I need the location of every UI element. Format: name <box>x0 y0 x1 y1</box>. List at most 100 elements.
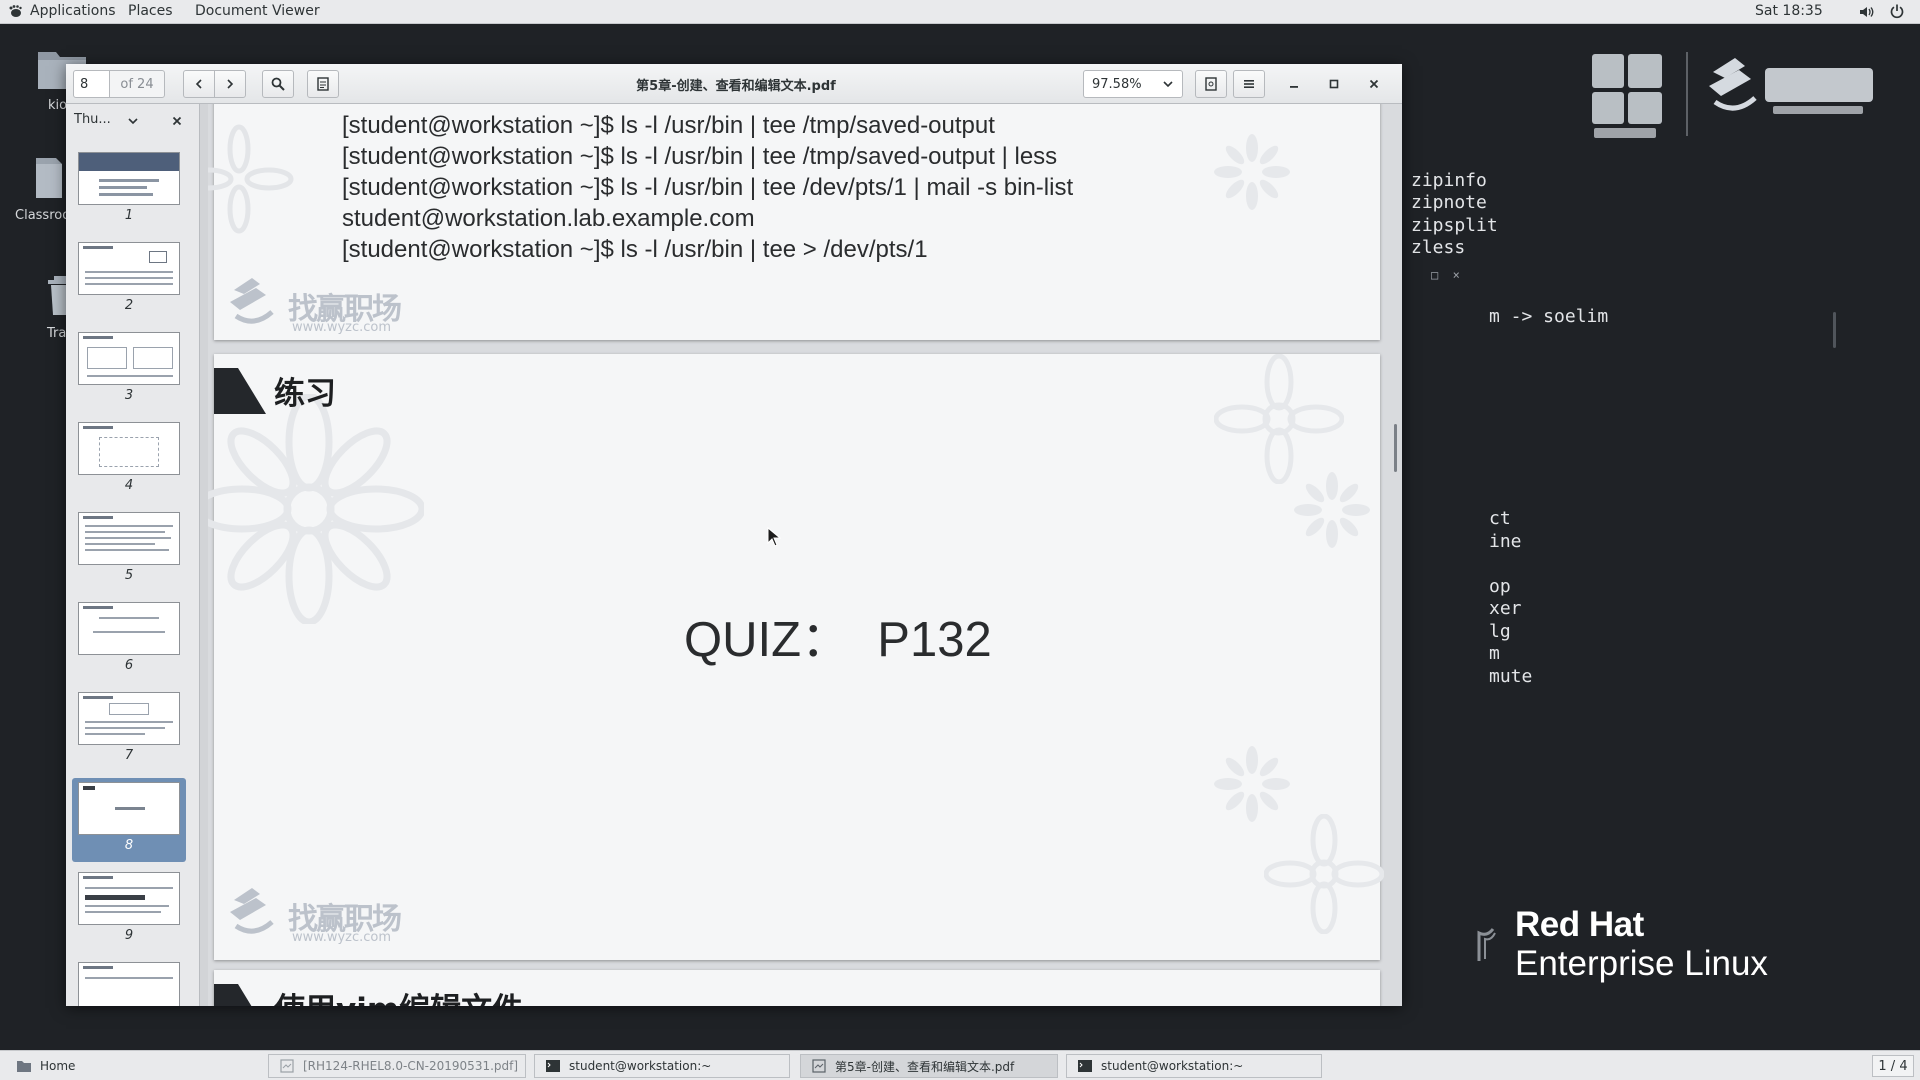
terminal-icon <box>546 1060 560 1072</box>
wyzc-watermark-icon <box>230 278 274 324</box>
applications-menu[interactable]: Applications <box>30 3 116 19</box>
thumbnail-number: 4 <box>124 478 134 493</box>
command-line: [student@workstation ~]$ ls -l /usr/bin … <box>342 143 1058 170</box>
command-line: [student@workstation ~]$ ls -l /usr/bin … <box>342 174 1074 201</box>
thumbnail-number: 6 <box>124 658 134 673</box>
thumbnail-page-9[interactable]: 9 <box>72 868 186 952</box>
pdf-page-7: [student@workstation ~]$ ls -l /usr/bin … <box>208 104 1380 340</box>
minimize-icon <box>1290 86 1298 88</box>
task-label: student@workstation:~ <box>1101 1059 1244 1073</box>
app-menu[interactable]: Document Viewer <box>195 3 320 19</box>
terminal-line: zipinfo <box>1411 170 1487 191</box>
thumbnail-page-1[interactable]: 1 <box>72 148 186 232</box>
thumbnail-image <box>78 422 180 475</box>
command-line: [student@workstation ~]$ ls -l /usr/bin … <box>342 236 928 263</box>
thumbnail-page-10[interactable] <box>72 958 186 1006</box>
terminal-line: □ × <box>1431 268 1460 282</box>
thumbnail-number: 9 <box>124 928 134 943</box>
thumbnail-image <box>78 602 180 655</box>
thumbnail-image <box>78 872 180 925</box>
thumbnail-page-7[interactable]: 7 <box>72 688 186 772</box>
gnome-foot-icon <box>9 5 22 17</box>
page-number-value: 8 <box>80 76 89 92</box>
terminal-line: m -> soelim <box>1489 306 1609 327</box>
redhat-title: Red Hat <box>1515 905 1644 944</box>
desktop-icon-classroom[interactable]: Classroo <box>0 152 70 242</box>
find-button[interactable] <box>262 70 294 98</box>
task-terminal-window[interactable]: student@workstation:~ <box>1066 1054 1322 1078</box>
thumbnail-image <box>78 692 180 745</box>
thumbnail-page-5[interactable]: 5 <box>72 508 186 592</box>
volume-icon[interactable] <box>1858 4 1874 20</box>
section-marker-icon <box>214 984 252 1006</box>
previous-page-button[interactable] <box>183 70 215 98</box>
power-icon[interactable] <box>1889 3 1905 19</box>
section-title: 练习 <box>274 376 336 412</box>
zoom-select[interactable]: 97.58% <box>1083 70 1183 98</box>
page-number-input[interactable]: 8 <box>73 70 110 98</box>
sidebar-header: Thu... <box>66 104 200 140</box>
command-line: [student@workstation ~]$ ls -l /usr/bin … <box>342 112 995 139</box>
close-button[interactable] <box>1362 72 1386 96</box>
terminal-line: zless <box>1411 237 1466 258</box>
task-terminal-window[interactable]: student@workstation:~ <box>534 1054 790 1078</box>
thumbnail-image <box>78 242 180 295</box>
document-viewer-window: 8 of 24 第5章-创建、查看和编辑文本.pdf 97.58% Thu...… <box>66 64 1402 1006</box>
document-view[interactable]: [student@workstation ~]$ ls -l /usr/bin … <box>208 104 1402 1006</box>
header-bar: 8 of 24 第5章-创建、查看和编辑文本.pdf 97.58% <box>66 64 1402 104</box>
terminal-line: xer <box>1489 598 1522 619</box>
next-page-button[interactable] <box>214 70 246 98</box>
clock[interactable]: Sat 18:35 <box>1755 3 1823 19</box>
decorative-flower <box>1214 134 1290 210</box>
background-terminal-text: zipinfo zipnote zipsplit zless □ × m -> … <box>1411 170 1811 730</box>
chevron-down-icon[interactable] <box>126 114 140 128</box>
watermark: 找赢职场 www.wyzc.com <box>228 274 428 340</box>
task-pdf-window-active[interactable]: 第5章-创建、查看和编辑文本.pdf <box>800 1054 1058 1078</box>
thumbnail-page-2[interactable]: 2 <box>72 238 186 322</box>
task-label: Home <box>40 1059 76 1073</box>
thumbnail-number: 5 <box>124 568 134 583</box>
chevron-right-icon <box>227 79 234 89</box>
watermark-url: www.wyzc.com <box>292 320 392 335</box>
hamburger-menu-icon <box>1244 80 1254 88</box>
page-count: of 24 <box>109 70 165 98</box>
menu-button[interactable] <box>1233 70 1265 98</box>
taskbar: Home [RH124-RHEL8.0-CN-20190531.pdf] stu… <box>0 1050 1920 1080</box>
thumbnail-number: 1 <box>124 208 134 223</box>
thumbnail-image <box>78 962 180 1006</box>
thumbnail-page-8[interactable]: 8 <box>72 778 186 862</box>
task-label: 第5章-创建、查看和编辑文本.pdf <box>835 1059 1015 1074</box>
terminal-line: zipnote <box>1411 192 1487 213</box>
view-mode-button[interactable] <box>1195 70 1227 98</box>
close-icon[interactable] <box>170 114 184 128</box>
task-home[interactable]: Home <box>6 1054 258 1078</box>
chevron-down-icon <box>1163 81 1173 88</box>
task-pdf-window[interactable]: [RH124-RHEL8.0-CN-20190531.pdf] <box>268 1054 526 1078</box>
document-scrollbar[interactable] <box>1394 424 1397 472</box>
document-icon <box>812 1059 826 1073</box>
terminal-line: ct <box>1489 508 1511 529</box>
terminal-line: m <box>1489 643 1500 664</box>
task-label: student@workstation:~ <box>569 1059 712 1073</box>
thumbnail-image <box>78 332 180 385</box>
places-menu[interactable]: Places <box>128 3 173 19</box>
decorative-flower <box>1294 472 1370 548</box>
thumbnail-page-3[interactable]: 3 <box>72 328 186 412</box>
annotations-button[interactable] <box>307 70 339 98</box>
thumbnail-number: 8 <box>124 838 134 853</box>
task-label: [RH124-RHEL8.0-CN-20190531.pdf] <box>303 1059 519 1073</box>
maximize-button[interactable] <box>1322 72 1346 96</box>
sidebar-splitter[interactable] <box>200 104 208 1006</box>
redhat-brand: Red Hat Enterprise Linux <box>1475 903 1815 1003</box>
top-bar: Applications Places Document Viewer Sat … <box>0 0 1920 24</box>
minimize-button[interactable] <box>1282 72 1306 96</box>
dongfang-ruitong-logo <box>1592 54 1662 138</box>
thumbnail-page-6[interactable]: 6 <box>72 598 186 682</box>
zoom-value: 97.58% <box>1092 76 1142 92</box>
sidebar-mode-select[interactable]: Thu... <box>74 112 111 127</box>
thumbnail-sidebar: Thu... 1 2 3 4 5 6 7 8 9 <box>66 104 200 1006</box>
terminal-scrollbar[interactable] <box>1833 312 1836 348</box>
decorative-flower <box>208 394 424 624</box>
thumbnail-page-4[interactable]: 4 <box>72 418 186 502</box>
workspace-indicator[interactable]: 1 / 4 <box>1872 1055 1914 1077</box>
